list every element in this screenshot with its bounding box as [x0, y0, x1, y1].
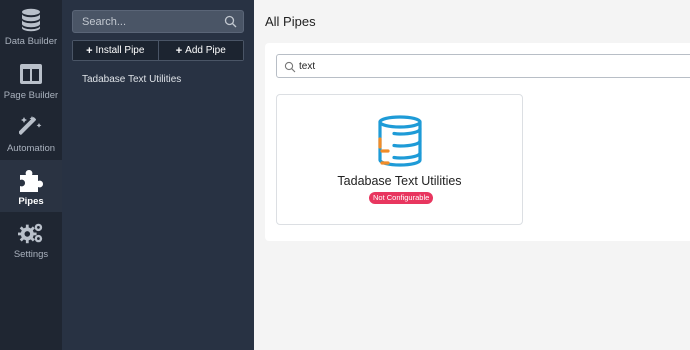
nav-settings[interactable]: Settings	[0, 213, 62, 265]
nav-pipes[interactable]: Pipes	[0, 160, 62, 212]
left-nav-rail: Data Builder Page Builder Automation Pip…	[0, 0, 62, 350]
pipes-filter-input[interactable]	[299, 55, 679, 77]
nav-label: Data Builder	[4, 36, 58, 47]
search-icon[interactable]	[224, 15, 237, 28]
sidebar-item-tadabase-text-utilities[interactable]: Tadabase Text Utilities	[82, 74, 181, 85]
nav-page-builder[interactable]: Page Builder	[0, 54, 62, 106]
pipes-filter	[276, 54, 690, 78]
database-icon	[18, 7, 44, 33]
nav-label: Settings	[13, 249, 49, 260]
install-pipe-button[interactable]: + Install Pipe	[73, 41, 158, 60]
pipe-actions: + Install Pipe + Add Pipe	[72, 40, 244, 61]
plus-icon: +	[86, 44, 93, 57]
add-pipe-label: Add Pipe	[185, 45, 226, 56]
magic-wand-icon	[18, 114, 44, 140]
nav-label: Automation	[6, 143, 56, 154]
status-badge: Not Configurable	[369, 192, 434, 204]
sidebar-search	[72, 10, 244, 33]
plus-icon: +	[175, 44, 183, 57]
sidebar-search-input[interactable]	[73, 11, 223, 32]
layout-icon	[18, 61, 44, 87]
search-icon	[284, 60, 296, 73]
pipe-card-title: Tadabase Text Utilities	[337, 174, 462, 188]
pipes-panel: Tadabase Text Utilities Not Configurable	[265, 43, 690, 241]
nav-label: Page Builder	[3, 90, 59, 101]
database-logo-icon	[376, 115, 424, 169]
puzzle-icon	[18, 167, 44, 193]
gears-icon	[18, 220, 44, 246]
add-pipe-button[interactable]: + Add Pipe	[157, 41, 243, 60]
main-content: All Pipes text Tadabase Text Utilities N…	[254, 0, 690, 350]
pipes-sidebar: + Install Pipe + Add Pipe Tadabase Text …	[62, 0, 254, 350]
pipe-card[interactable]: Tadabase Text Utilities Not Configurable	[276, 94, 523, 225]
nav-data-builder[interactable]: Data Builder	[0, 0, 62, 52]
nav-automation[interactable]: Automation	[0, 107, 62, 159]
page-title: All Pipes	[265, 14, 316, 29]
nav-label: Pipes	[18, 196, 44, 207]
install-pipe-label: Install Pipe	[95, 45, 145, 56]
